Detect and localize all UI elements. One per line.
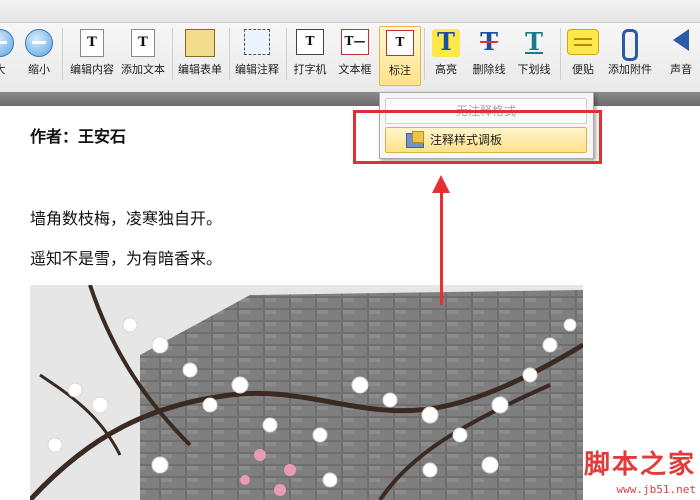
callout-icon: T xyxy=(386,30,414,56)
toolbar-separator xyxy=(62,28,63,80)
watermark-url: www.jb51.net xyxy=(616,483,696,496)
edit-form-button[interactable]: 编辑表单 xyxy=(178,26,222,84)
typewriter-icon: T xyxy=(296,29,324,55)
add-text-button[interactable]: T 添加文本 xyxy=(121,26,165,84)
textbox-icon: T— xyxy=(341,29,369,55)
strikeout-icon: T xyxy=(480,27,498,56)
attach-file-label: 添加附件 xyxy=(608,63,652,76)
toolbar-bottom-band xyxy=(0,92,700,106)
edit-annotation-icon xyxy=(244,29,270,55)
edit-form-icon xyxy=(185,29,215,57)
poem-line-1: 墙角数枝梅，凌寒独自开。 xyxy=(30,209,223,228)
typewriter-label: 打字机 xyxy=(293,63,327,76)
highlight-button[interactable]: T 高亮 xyxy=(430,26,462,84)
sticky-note-button[interactable]: 便贴 xyxy=(566,26,600,84)
add-text-label: 添加文本 xyxy=(121,63,165,76)
typewriter-button[interactable]: T 打字机 xyxy=(291,26,329,84)
zoom-out-icon xyxy=(25,29,53,57)
edit-annotation-button[interactable]: 编辑注释 xyxy=(235,26,279,84)
sticky-note-label: 便贴 xyxy=(572,63,594,76)
zoom-in-button[interactable]: 大 xyxy=(0,26,14,84)
annotation-toolbar: 大 缩小 T 编辑内容 T 添加文本 编辑表单 编辑注释 T 打字机 T— 文本… xyxy=(0,0,700,93)
sound-button[interactable]: 声音 xyxy=(664,26,698,84)
plum-blossom-photo xyxy=(30,285,583,500)
zoom-in-icon xyxy=(0,29,14,57)
highlight-label: 高亮 xyxy=(435,63,457,76)
highlight-frame xyxy=(353,110,602,164)
zoom-in-label: 大 xyxy=(0,61,20,77)
poem-line-2: 遥知不是雪，为有暗香来。 xyxy=(30,249,223,268)
sticky-note-icon xyxy=(567,29,599,55)
add-text-icon: T xyxy=(131,29,155,57)
edit-form-label: 编辑表单 xyxy=(178,63,222,76)
highlight-icon: T xyxy=(432,29,460,57)
watermark-brand: 脚本之家 xyxy=(583,450,696,480)
callout-button[interactable]: T 标注 xyxy=(379,26,421,86)
red-arrow-shaft xyxy=(440,190,443,305)
underline-label: 下划线 xyxy=(517,63,551,76)
edit-annotation-label: 编辑注释 xyxy=(235,63,279,76)
poem-author: 作者：王安石 xyxy=(30,127,127,146)
edit-content-button[interactable]: T 编辑内容 xyxy=(70,26,114,84)
paperclip-icon xyxy=(622,29,638,61)
zoom-out-button[interactable]: 缩小 xyxy=(25,26,53,84)
textbox-label: 文本框 xyxy=(338,63,372,76)
underline-button[interactable]: T 下划线 xyxy=(515,26,553,84)
underline-icon: T xyxy=(525,27,543,56)
zoom-out-label: 缩小 xyxy=(28,63,50,76)
edit-content-label: 编辑内容 xyxy=(70,63,114,76)
site-watermark: 脚本之家 www.jb51.net xyxy=(571,444,696,496)
callout-label: 标注 xyxy=(389,64,411,77)
speaker-icon xyxy=(673,29,689,51)
attach-file-button[interactable]: 添加附件 xyxy=(608,26,652,84)
edit-content-icon: T xyxy=(80,29,104,57)
sound-label: 声音 xyxy=(670,63,692,76)
strikeout-button[interactable]: T 删除线 xyxy=(470,26,508,84)
photo-illustration xyxy=(30,285,583,500)
strikeout-label: 删除线 xyxy=(472,63,506,76)
textbox-button[interactable]: T— 文本框 xyxy=(336,26,374,84)
toolbar-top-strip xyxy=(0,0,700,23)
